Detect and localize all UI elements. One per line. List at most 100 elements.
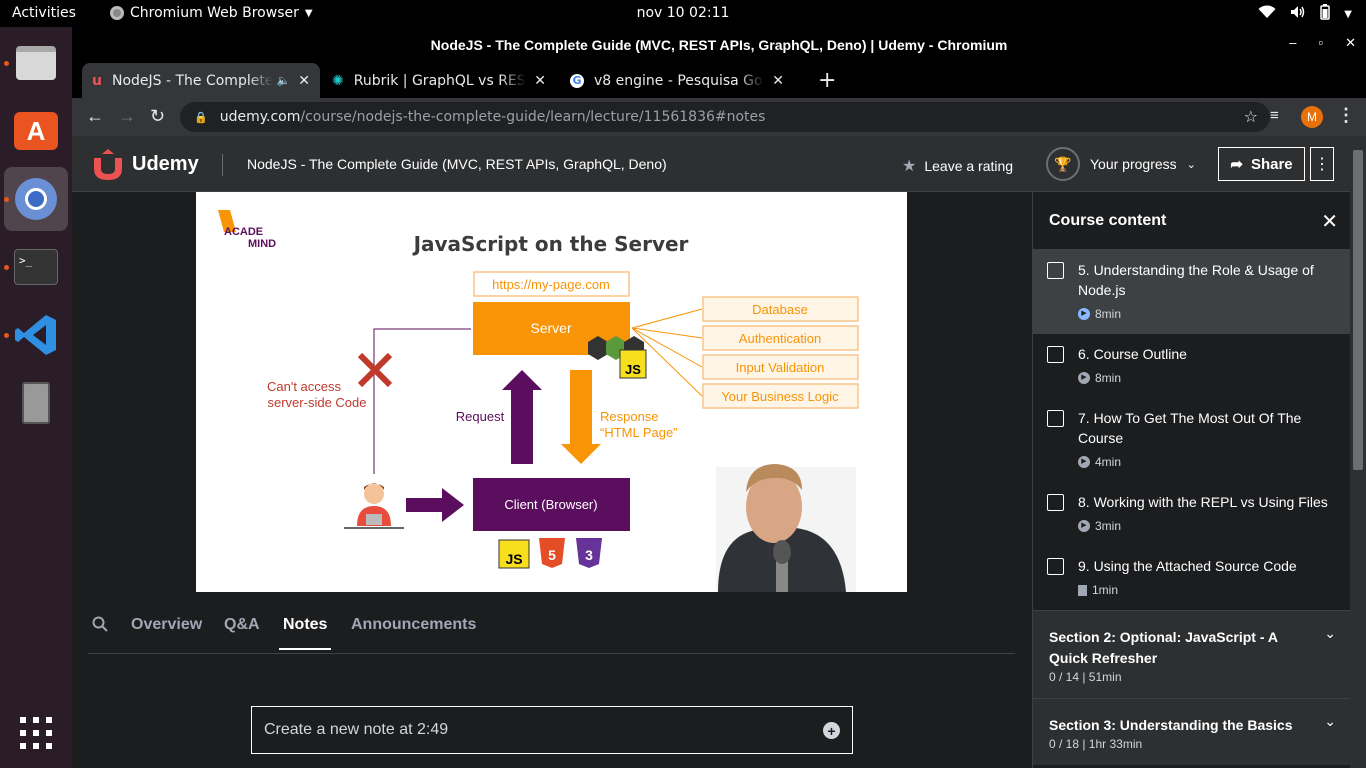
user-icon <box>344 483 404 529</box>
udemy-logo[interactable]: Udemy <box>88 148 199 180</box>
reload-icon[interactable]: ↻ <box>150 106 165 127</box>
more-options-button[interactable]: ⋮ <box>1310 147 1334 181</box>
url-path: /course/nodejs-the-complete-guide/learn/… <box>300 109 766 125</box>
no-access-label-2: server-side Code <box>268 395 367 410</box>
rubrik-favicon-icon: ✺ <box>332 72 344 89</box>
sidebar-header: Course content ✕ <box>1033 192 1350 250</box>
section-header[interactable]: Section 3: Understanding the Basics 0 / … <box>1033 698 1350 765</box>
play-icon: ▶ <box>1078 308 1090 320</box>
system-top-bar: Activities Chromium Web Browser ▼ nov 10… <box>0 0 1366 27</box>
media-queue-icon[interactable]: ≡ <box>1270 107 1279 124</box>
chrome-menu-icon[interactable]: ⋮ <box>1337 105 1355 126</box>
lecture-item[interactable]: 8. Working with the REPL vs Using Files … <box>1033 482 1350 546</box>
lecture-slide: ACADE MIND JavaScript on the Server http… <box>218 210 859 592</box>
lecture-title: 5. Understanding the Role & Usage of Nod… <box>1078 262 1314 298</box>
trophy-icon: 🏆 <box>1046 147 1080 181</box>
window-titlebar[interactable]: NodeJS - The Complete Guide (MVC, REST A… <box>72 27 1366 63</box>
response-label-2: “HTML Page” <box>600 425 678 440</box>
file-icon <box>1078 584 1087 596</box>
bookmark-star-icon[interactable]: ☆ <box>1244 107 1258 126</box>
terminal-icon[interactable]: >_ <box>4 235 68 299</box>
app-menu-label: Chromium Web Browser <box>130 5 299 21</box>
lecture-item[interactable]: 6. Course Outline ▶ 8min <box>1033 334 1350 398</box>
service-label: Database <box>752 302 808 317</box>
new-tab-button[interactable]: + <box>808 63 836 98</box>
course-title[interactable]: NodeJS - The Complete Guide (MVC, REST A… <box>247 156 667 172</box>
device-icon[interactable] <box>4 371 68 435</box>
section-header[interactable]: Section 2: Optional: JavaScript - A Quic… <box>1033 610 1350 698</box>
url-text: https://my-page.com <box>492 277 610 292</box>
lecture-duration: 3min <box>1095 519 1122 533</box>
software-icon[interactable]: A <box>4 99 68 163</box>
tab-notes[interactable]: Notes <box>279 616 332 650</box>
vscode-icon[interactable] <box>4 303 68 367</box>
lecture-item[interactable]: 9. Using the Attached Source Code 1min <box>1033 546 1350 610</box>
audio-playing-icon[interactable]: 🔈 <box>277 74 291 87</box>
caret-down-icon: ▼ <box>304 7 313 19</box>
app-grid-icon[interactable] <box>4 701 68 765</box>
close-window-icon[interactable]: ✕ <box>1345 35 1356 51</box>
minimize-icon[interactable]: – <box>1289 35 1296 51</box>
tab-google[interactable]: G v8 engine - Pesquisa Google ✕ <box>560 63 794 98</box>
udemy-favicon-icon: u <box>92 72 102 89</box>
close-sidebar-icon[interactable]: ✕ <box>1321 209 1338 234</box>
lecture-duration: 8min <box>1095 371 1122 385</box>
lecture-checkbox[interactable] <box>1047 410 1064 427</box>
tab-udemy[interactable]: u NodeJS - The Complete Guide (MVC, REST… <box>82 63 320 98</box>
app-menu[interactable]: Chromium Web Browser ▼ <box>110 5 313 21</box>
node-js-badge: JS <box>625 362 641 377</box>
lecture-duration: 4min <box>1095 455 1122 469</box>
new-note-input[interactable]: Create a new note at 2:49 + <box>251 706 853 754</box>
lecture-checkbox[interactable] <box>1047 346 1064 363</box>
tab-rubrik[interactable]: ✺ Rubrik | GraphQL vs REST APIs ✕ <box>322 63 556 98</box>
tab-overview[interactable]: Overview <box>131 616 202 648</box>
close-tab-icon[interactable]: ✕ <box>534 73 546 89</box>
back-icon[interactable]: ← <box>86 106 104 127</box>
lecture-item[interactable]: 7. How To Get The Most Out Of The Course… <box>1033 398 1350 482</box>
system-tray[interactable]: ▼ <box>1258 4 1352 24</box>
lecture-title: 8. Working with the REPL vs Using Files <box>1078 494 1328 510</box>
maximize-icon[interactable]: ▫ <box>1318 35 1323 51</box>
progress-button[interactable]: 🏆 Your progress ⌄ <box>1046 147 1196 181</box>
wifi-icon <box>1258 5 1276 23</box>
battery-icon <box>1320 4 1331 24</box>
user-arrow <box>406 488 464 522</box>
activities-button[interactable]: Activities <box>12 5 76 21</box>
tab-announcements[interactable]: Announcements <box>351 616 476 648</box>
lecture-item[interactable]: 5. Understanding the Role & Usage of Nod… <box>1033 250 1350 334</box>
profile-avatar[interactable]: M <box>1301 106 1323 128</box>
close-tab-icon[interactable]: ✕ <box>772 73 784 89</box>
files-icon[interactable] <box>4 31 68 95</box>
add-note-icon[interactable]: + <box>823 722 840 739</box>
lock-icon[interactable]: 🔒 <box>194 111 208 124</box>
page-scrollbar[interactable] <box>1350 136 1366 768</box>
star-icon: ★ <box>902 158 917 175</box>
lecture-checkbox[interactable] <box>1047 558 1064 575</box>
section-title: Section 3: Understanding the Basics <box>1049 717 1293 733</box>
address-bar[interactable]: 🔒 udemy.com/course/nodejs-the-complete-g… <box>180 102 1270 132</box>
tab-qa[interactable]: Q&A <box>224 616 260 648</box>
search-icon[interactable] <box>92 616 108 651</box>
chromium-icon[interactable] <box>4 167 68 231</box>
browser-toolbar: ← → ↻ 🔒 udemy.com/course/nodejs-the-comp… <box>72 98 1366 136</box>
cross-icon <box>357 352 393 388</box>
section-meta: 0 / 18 | 1hr 33min <box>1049 737 1143 751</box>
leave-rating-button[interactable]: ★ Leave a rating <box>902 156 1013 176</box>
lecture-checkbox[interactable] <box>1047 262 1064 279</box>
share-button[interactable]: ➦ Share <box>1218 147 1305 181</box>
udemy-header: Udemy NodeJS - The Complete Guide (MVC, … <box>72 136 1350 192</box>
section-title: Section 2: Optional: JavaScript - A Quic… <box>1049 629 1278 666</box>
close-tab-icon[interactable]: ✕ <box>298 73 310 89</box>
course-content-sidebar: Course content ✕ 5. Understanding the Ro… <box>1032 192 1350 768</box>
dock: A >_ <box>0 27 72 768</box>
video-player[interactable]: ACADE MIND JavaScript on the Server http… <box>196 192 907 592</box>
response-label-1: Response <box>600 409 659 424</box>
tab-strip: u NodeJS - The Complete Guide (MVC, REST… <box>72 63 1366 98</box>
tab-title: NodeJS - The Complete Guide (MVC, REST A… <box>111 72 273 89</box>
lecture-checkbox[interactable] <box>1047 494 1064 511</box>
scrollbar-thumb[interactable] <box>1353 150 1363 470</box>
lecture-title: 9. Using the Attached Source Code <box>1078 558 1297 574</box>
tab-title: Rubrik | GraphQL vs REST APIs <box>353 72 527 89</box>
clock[interactable]: nov 10 02:11 <box>637 5 730 21</box>
forward-icon[interactable]: → <box>118 106 136 127</box>
